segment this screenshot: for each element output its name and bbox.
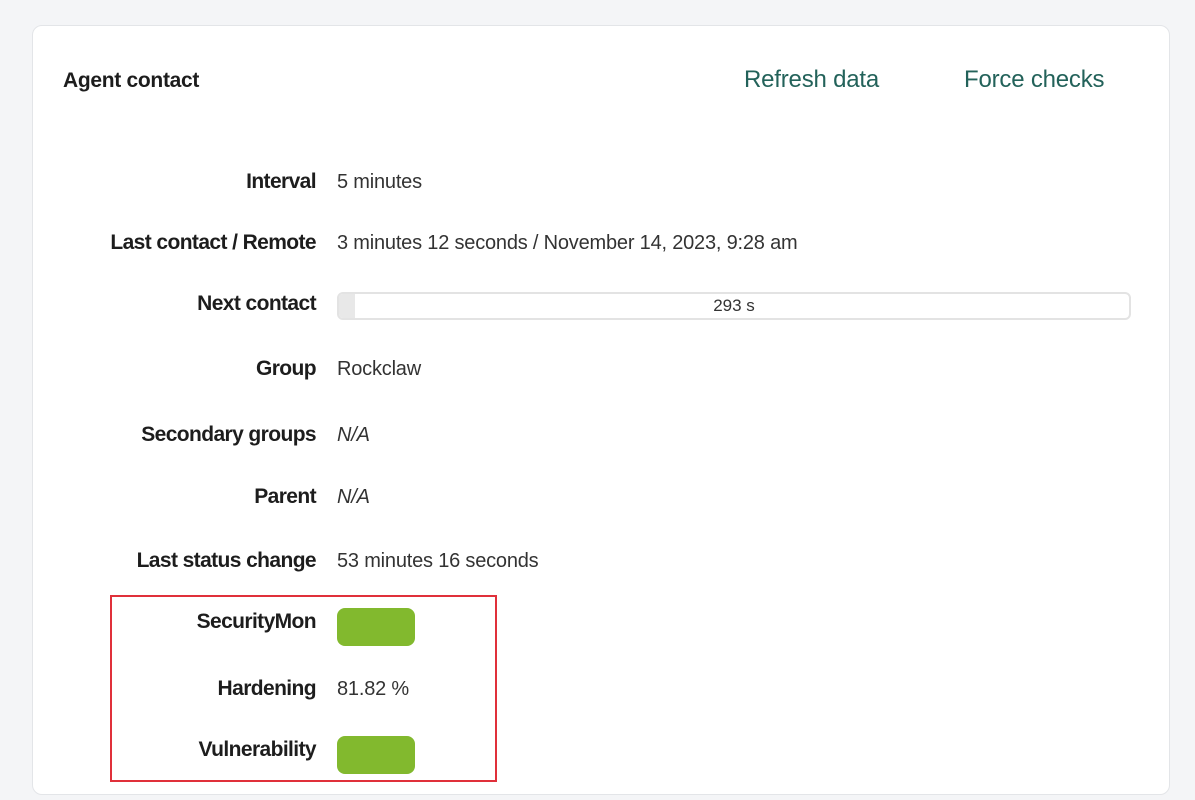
group-label: Group bbox=[256, 357, 317, 380]
last-status-change-label: Last status change bbox=[136, 549, 317, 572]
refresh-data-link[interactable]: Refresh data bbox=[744, 66, 879, 94]
parent-label: Parent bbox=[254, 485, 316, 508]
secondary-groups-value: N/A bbox=[337, 424, 370, 446]
hardening-label: Hardening bbox=[217, 677, 317, 700]
parent-value: N/A bbox=[337, 486, 370, 508]
interval-value: 5 minutes bbox=[337, 171, 422, 193]
agent-contact-panel: Agent contact Refresh data Force checks … bbox=[32, 25, 1170, 795]
last-contact-row: Last contact / Remote 3 minutes 12 secon… bbox=[33, 223, 1169, 263]
force-checks-link[interactable]: Force checks bbox=[964, 66, 1105, 94]
vulnerability-status-indicator[interactable] bbox=[337, 736, 415, 774]
secondary-groups-label: Secondary groups bbox=[141, 423, 316, 446]
securitymon-label: SecurityMon bbox=[196, 610, 317, 633]
hardening-value: 81.82 % bbox=[337, 678, 409, 700]
securitymon-row: SecurityMon bbox=[33, 602, 1169, 646]
group-value: Rockclaw bbox=[337, 358, 421, 380]
next-contact-progress-text: 293 s bbox=[713, 296, 755, 315]
interval-label: Interval bbox=[246, 170, 317, 193]
vulnerability-row: Vulnerability bbox=[33, 730, 1169, 774]
vulnerability-label: Vulnerability bbox=[198, 738, 317, 761]
last-contact-value: 3 minutes 12 seconds / November 14, 2023… bbox=[337, 232, 798, 254]
panel-title: Agent contact bbox=[63, 69, 200, 92]
next-contact-row: Next contact 293 s bbox=[33, 284, 1169, 324]
group-row: Group Rockclaw bbox=[33, 349, 1169, 389]
last-contact-label: Last contact / Remote bbox=[110, 231, 316, 254]
next-contact-progress-bar: 293 s bbox=[337, 292, 1131, 320]
securitymon-status-indicator[interactable] bbox=[337, 608, 415, 646]
secondary-groups-row: Secondary groups N/A bbox=[33, 415, 1169, 455]
parent-row: Parent N/A bbox=[33, 477, 1169, 517]
last-status-change-value: 53 minutes 16 seconds bbox=[337, 550, 539, 572]
last-status-change-row: Last status change 53 minutes 16 seconds bbox=[33, 541, 1169, 581]
hardening-row: Hardening 81.82 % bbox=[33, 669, 1169, 709]
interval-row: Interval 5 minutes bbox=[33, 162, 1169, 202]
next-contact-label: Next contact bbox=[197, 292, 316, 315]
